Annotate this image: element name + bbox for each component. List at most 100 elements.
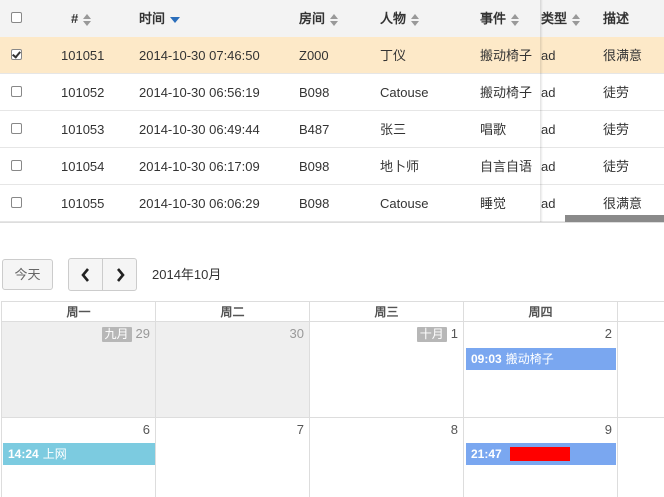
cell-time: 2014-10-30 06:56:19 — [139, 85, 260, 100]
cell-time: 2014-10-30 06:06:29 — [139, 196, 260, 211]
row-checkbox[interactable] — [11, 123, 22, 134]
sort-icon — [411, 13, 420, 26]
cell-type: ad — [541, 159, 556, 174]
month-title: 2014年10月 — [152, 267, 222, 282]
cell-id: 101054 — [61, 159, 105, 174]
row-checkbox[interactable] — [11, 49, 22, 60]
day-cell[interactable]: 十月 1 — [310, 322, 464, 418]
redaction-block — [510, 447, 570, 461]
next-month-button[interactable] — [102, 258, 137, 291]
day-cell[interactable]: 30 — [156, 322, 310, 418]
day-cell[interactable]: 8 — [310, 418, 464, 497]
day-cell[interactable]: 九月 29 — [1, 322, 156, 418]
column-header-label: 类型 — [541, 11, 568, 26]
cell-person: Catouse — [380, 85, 429, 100]
row-checkbox[interactable] — [11, 86, 22, 97]
cell-id: 101052 — [61, 85, 105, 100]
column-header-label: 人物 — [380, 11, 407, 26]
cell-person: 地卜师 — [380, 159, 420, 174]
weekday-header-overflow — [618, 301, 664, 322]
weekday-header: 周三 — [310, 301, 464, 322]
cell-time: 2014-10-30 06:17:09 — [139, 159, 260, 174]
day-number: 十月 1 — [416, 326, 458, 342]
cell-room: B098 — [299, 159, 330, 174]
day-number: 8 — [450, 422, 458, 437]
weekday-header: 周二 — [156, 301, 310, 322]
cell-type: ad — [541, 196, 556, 211]
cell-event: 自言自语 — [480, 159, 533, 174]
cell-time: 2014-10-30 07:46:50 — [139, 48, 260, 63]
cell-room: B098 — [299, 85, 330, 100]
day-cell[interactable]: 2 — [464, 322, 618, 418]
row-checkbox[interactable] — [11, 160, 22, 171]
calendar-event[interactable]: 14:24 上网 — [3, 443, 155, 465]
day-cell-overflow[interactable] — [618, 418, 664, 497]
cell-person: 张三 — [380, 122, 407, 137]
row-checkbox[interactable] — [11, 197, 22, 208]
sort-descending-icon — [170, 16, 181, 23]
column-header-event[interactable]: 事件 — [480, 0, 520, 37]
sort-icon — [330, 13, 339, 26]
cell-id: 101055 — [61, 196, 105, 211]
day-number: 九月 29 — [101, 326, 150, 342]
column-header-time[interactable]: 时间 — [139, 0, 181, 37]
day-number: 6 — [142, 422, 150, 437]
cell-person: Catouse — [380, 196, 429, 211]
month-calendar: 周一 周二 周三 周四 九月 29 30 十月 1 2 6 7 8 9 09:03 搬… — [1, 301, 664, 497]
cell-id: 101053 — [61, 122, 105, 137]
cell-type: ad — [541, 85, 556, 100]
weekday-header: 周四 — [464, 301, 618, 322]
column-header-label: # — [71, 11, 79, 26]
cell-type: ad — [541, 122, 556, 137]
cell-event: 唱歌 — [480, 122, 507, 137]
prev-month-button[interactable] — [68, 258, 103, 291]
cell-event: 搬动椅子 — [480, 85, 533, 100]
fixed-column-shadow — [540, 0, 543, 222]
cell-type: ad — [541, 48, 556, 63]
column-header-desc[interactable]: 描述 — [603, 0, 629, 37]
cell-time: 2014-10-30 06:49:44 — [139, 122, 260, 137]
column-header-label: 房间 — [299, 11, 326, 26]
day-number: 30 — [289, 326, 304, 341]
column-header-person[interactable]: 人物 — [380, 0, 420, 37]
cell-desc: 徒劳 — [603, 159, 630, 174]
cell-person: 丁仪 — [380, 48, 407, 63]
column-header-room[interactable]: 房间 — [299, 0, 339, 37]
cell-room: B098 — [299, 196, 330, 211]
select-all-checkbox[interactable] — [11, 12, 22, 23]
month-tag: 九月 — [101, 327, 132, 342]
event-time: 21:47 — [471, 447, 502, 461]
table-row[interactable]: 101053 2014-10-30 06:49:44 B487 张三 唱歌 ad… — [0, 111, 664, 148]
event-title: 上网 — [42, 447, 67, 461]
event-time: 09:03 — [471, 352, 502, 366]
column-header-id[interactable]: # — [71, 0, 92, 37]
calendar-event[interactable]: 09:03 搬动椅子 — [466, 348, 616, 370]
table-row[interactable]: 101054 2014-10-30 06:17:09 B098 地卜师 自言自语… — [0, 148, 664, 185]
horizontal-scrollbar[interactable] — [565, 215, 664, 222]
day-cell[interactable]: 7 — [156, 418, 310, 497]
table-row[interactable]: 101052 2014-10-30 06:56:19 B098 Catouse … — [0, 74, 664, 111]
cell-desc: 徒劳 — [603, 122, 630, 137]
cell-desc: 很满意 — [603, 48, 643, 63]
table-row[interactable]: 101051 2014-10-30 07:46:50 Z000 丁仪 搬动椅子 … — [0, 37, 664, 74]
cell-event: 睡觉 — [480, 196, 507, 211]
cell-room: Z000 — [299, 48, 329, 63]
sort-icon — [572, 13, 581, 26]
cell-room: B487 — [299, 122, 330, 137]
column-header-type[interactable]: 类型 — [541, 0, 581, 37]
event-time: 14:24 — [8, 447, 39, 461]
cell-id: 101051 — [61, 48, 105, 63]
month-tag: 十月 — [416, 327, 447, 342]
data-table: # 时间 房间 人物 事件 类型 描述 101051 2014-10-30 07… — [0, 0, 664, 223]
day-number: 7 — [296, 422, 304, 437]
today-button[interactable]: 今天 — [2, 259, 53, 290]
column-header-label: 时间 — [139, 11, 166, 26]
weekday-header: 周一 — [1, 301, 156, 322]
sort-icon — [83, 13, 92, 26]
cell-desc: 徒劳 — [603, 85, 630, 100]
day-number: 2 — [604, 326, 612, 341]
day-cell-overflow[interactable] — [618, 322, 664, 418]
cell-event: 搬动椅子 — [480, 48, 533, 63]
sort-icon — [511, 13, 520, 26]
column-header-label: 描述 — [603, 11, 630, 26]
